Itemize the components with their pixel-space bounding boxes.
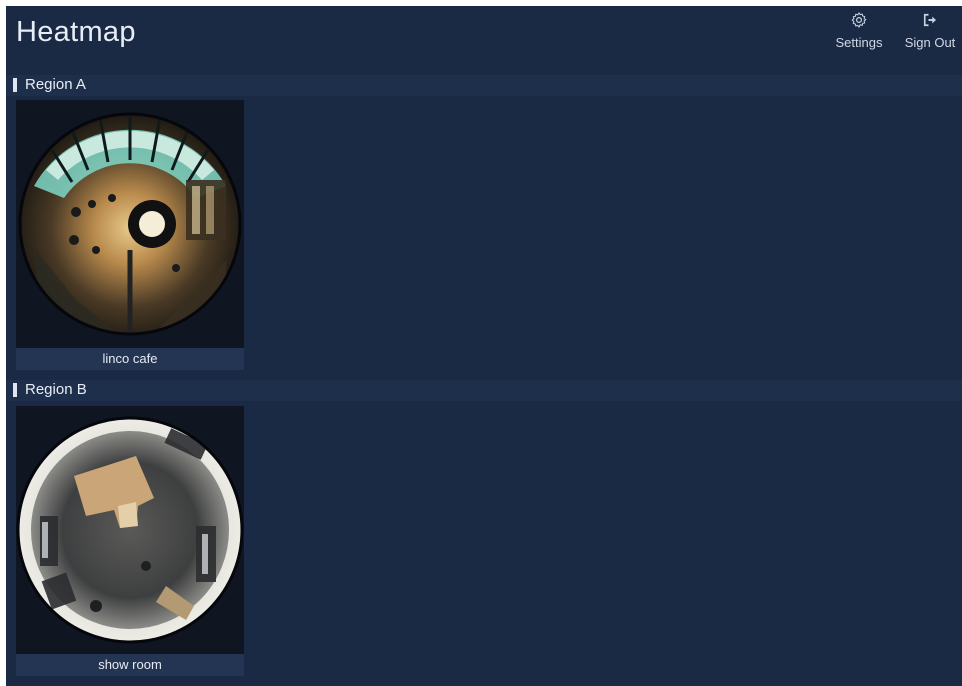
- region-marker: [13, 78, 17, 92]
- region-name: Region B: [25, 381, 87, 398]
- sign-out-icon: [923, 13, 936, 27]
- region-header-a: Region A: [6, 75, 962, 96]
- sign-out-label: Sign Out: [904, 35, 956, 50]
- camera-label: linco cafe: [16, 348, 244, 370]
- settings-label: Settings: [835, 35, 883, 50]
- top-bar: Heatmap Settings Sign Out: [6, 6, 962, 68]
- fisheye-camera-thumbnail: [16, 406, 244, 654]
- camera-label: show room: [16, 654, 244, 676]
- region-name: Region A: [25, 76, 86, 93]
- heatmap-app: Heatmap Settings Sign Out Region A linco…: [6, 6, 962, 686]
- camera-card-show-room[interactable]: show room: [16, 406, 244, 676]
- fisheye-camera-thumbnail: [16, 100, 244, 348]
- page-title: Heatmap: [16, 16, 136, 48]
- camera-card-linco-cafe[interactable]: linco cafe: [16, 100, 244, 370]
- region-header-b: Region B: [6, 380, 962, 401]
- settings-button[interactable]: Settings: [826, 11, 892, 61]
- gear-icon: [851, 12, 867, 28]
- sign-out-button[interactable]: Sign Out: [898, 11, 962, 61]
- region-marker: [13, 383, 17, 397]
